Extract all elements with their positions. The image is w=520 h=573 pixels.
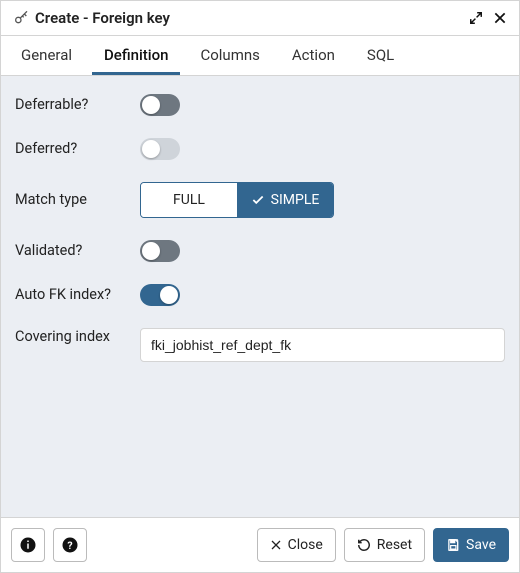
reset-icon (357, 538, 371, 552)
dialog-footer: ? Close Reset Save (1, 517, 519, 572)
validated-toggle[interactable] (140, 240, 180, 262)
autofk-toggle[interactable] (140, 284, 180, 306)
reset-button-label: Reset (377, 537, 412, 553)
form-body: Deferrable? Deferred? Match type FULL SI… (1, 76, 519, 517)
deferred-label: Deferred? (15, 140, 140, 157)
save-icon (446, 538, 460, 552)
validated-label: Validated? (15, 242, 140, 259)
covering-index-input[interactable] (140, 328, 505, 362)
svg-text:?: ? (67, 539, 72, 552)
tab-sql[interactable]: SQL (355, 36, 406, 75)
dialog-header: Create - Foreign key (1, 1, 519, 36)
match-type-segmented: FULL SIMPLE (140, 182, 334, 218)
help-button[interactable]: ? (53, 528, 87, 562)
tab-definition[interactable]: Definition (92, 36, 180, 75)
check-icon (251, 193, 265, 207)
match-option-simple-label: SIMPLE (271, 192, 320, 208)
covering-index-label: Covering index (15, 328, 140, 345)
match-type-label: Match type (15, 191, 140, 208)
tab-general[interactable]: General (9, 36, 84, 75)
tab-columns[interactable]: Columns (188, 36, 271, 75)
deferrable-label: Deferrable? (15, 96, 140, 113)
key-icon (13, 10, 29, 26)
close-button-label: Close (288, 537, 323, 553)
match-option-simple[interactable]: SIMPLE (237, 183, 333, 217)
tabs: General Definition Columns Action SQL (1, 36, 519, 76)
dialog-title: Create - Foreign key (35, 9, 170, 27)
close-icon[interactable] (493, 11, 507, 25)
autofk-label: Auto FK index? (15, 286, 140, 303)
save-button-label: Save (466, 537, 496, 553)
tab-action[interactable]: Action (280, 36, 347, 75)
deferred-toggle (140, 138, 180, 160)
info-button[interactable] (11, 528, 45, 562)
close-button[interactable]: Close (257, 528, 336, 562)
save-button[interactable]: Save (433, 528, 509, 562)
reset-button[interactable]: Reset (344, 528, 425, 562)
deferrable-toggle[interactable] (140, 94, 180, 116)
expand-icon[interactable] (469, 11, 483, 25)
match-option-full[interactable]: FULL (141, 183, 237, 217)
x-icon (270, 539, 282, 551)
